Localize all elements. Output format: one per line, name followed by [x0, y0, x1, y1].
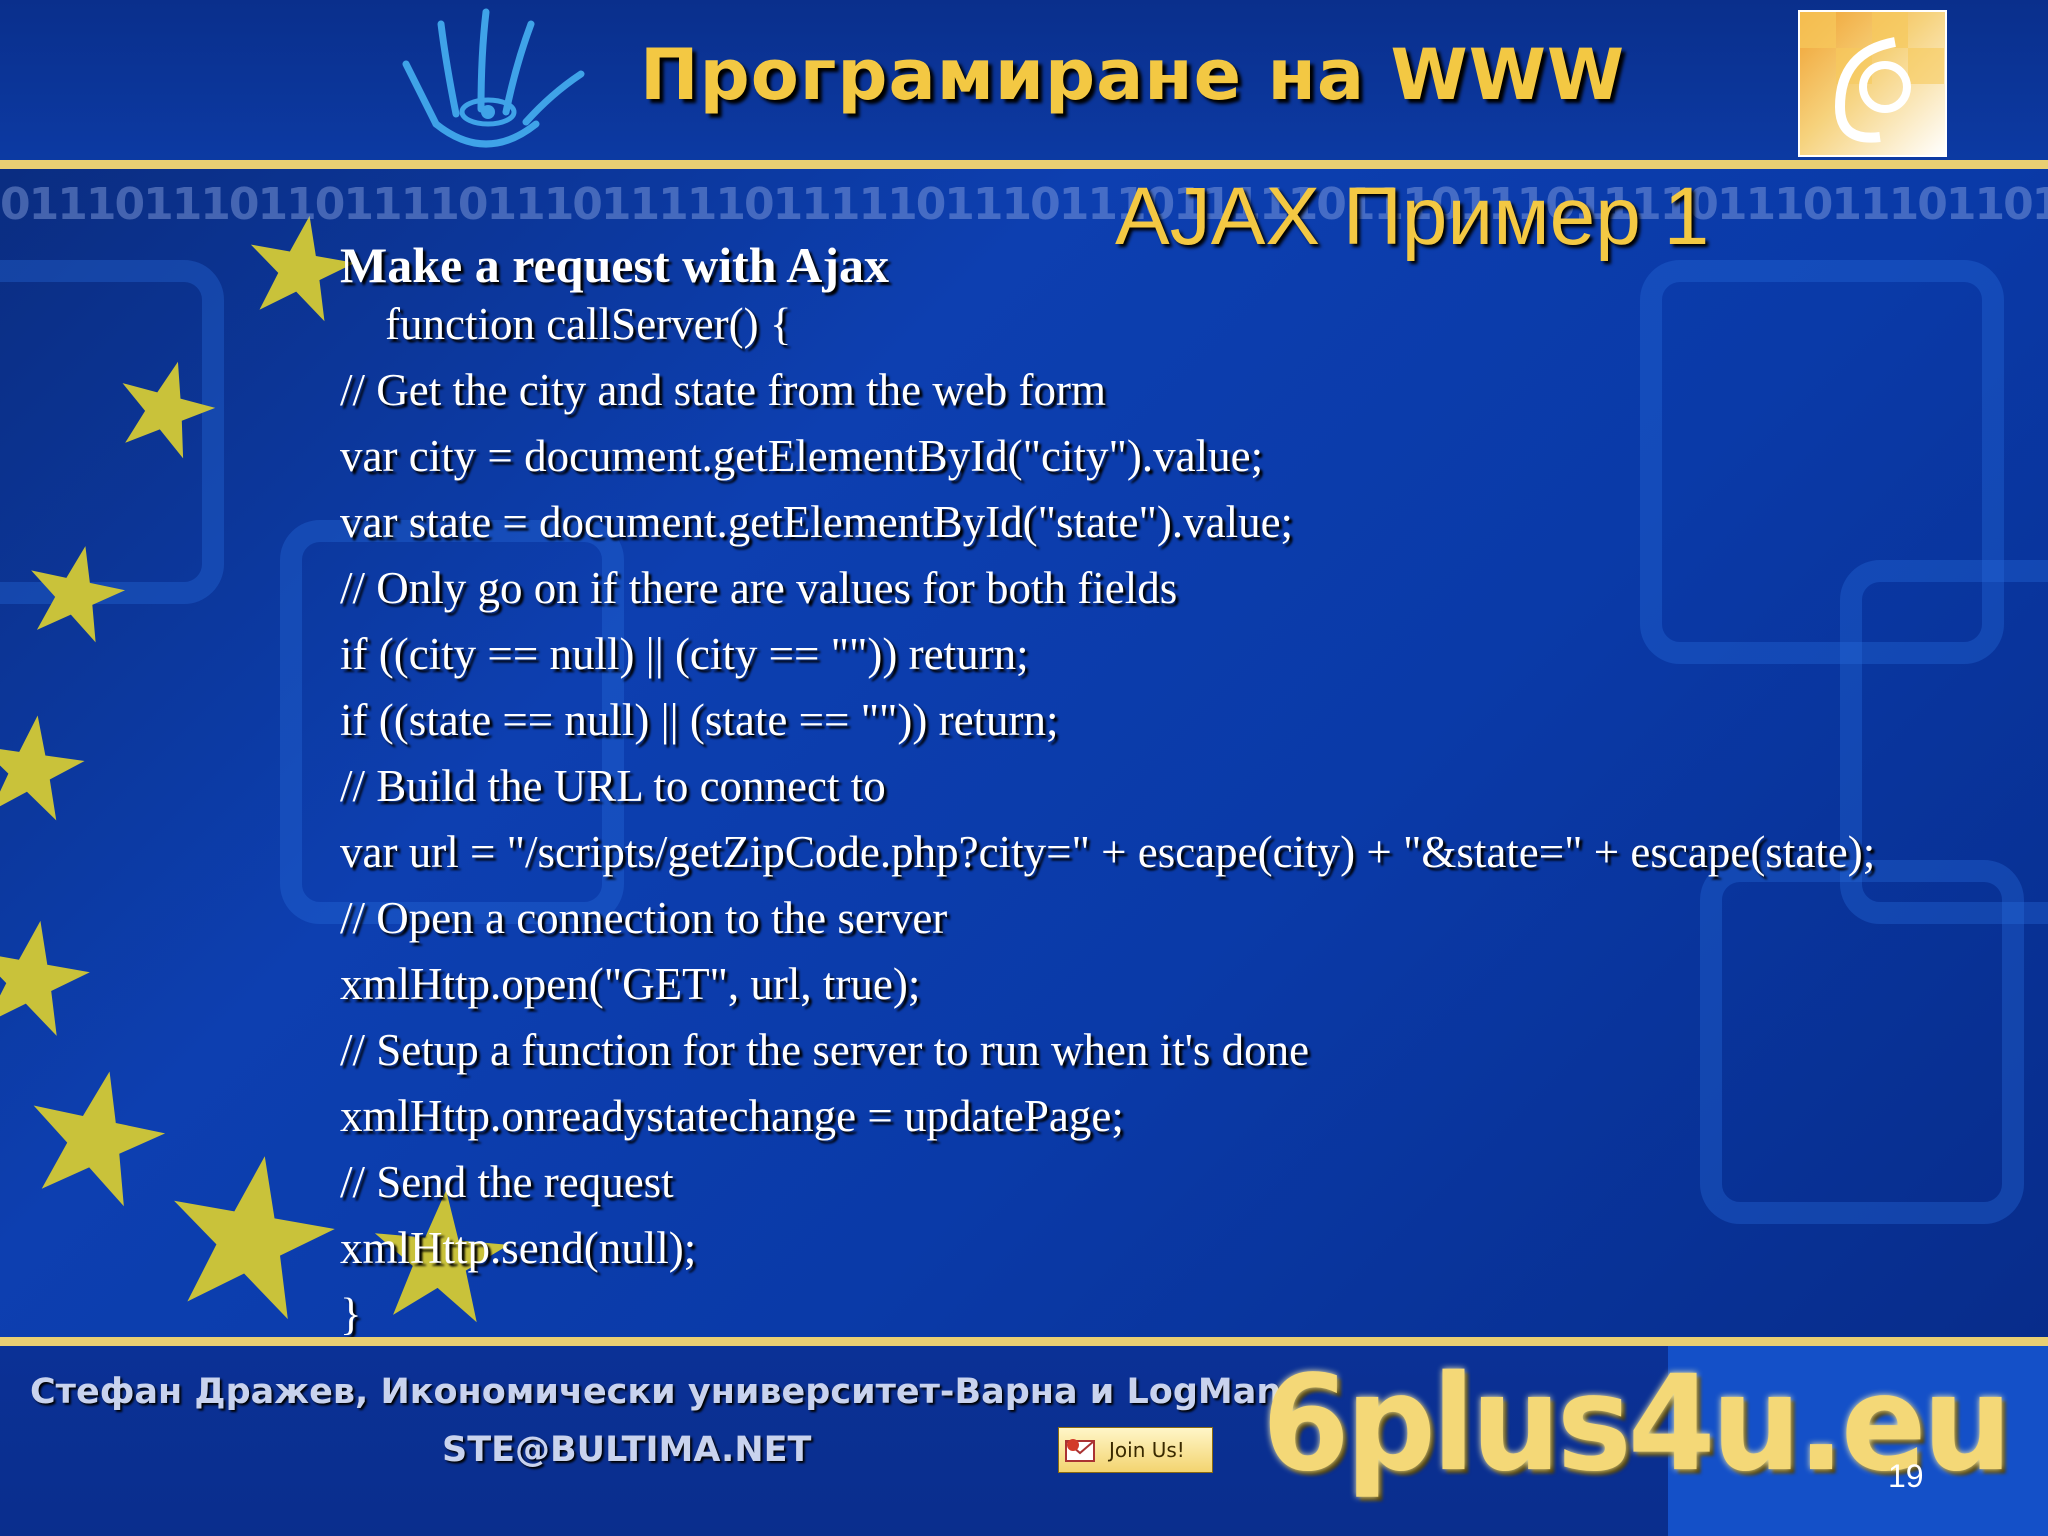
- code-line: xmlHttp.open("GET", url, true);: [340, 959, 921, 1009]
- join-us-button[interactable]: Join Us!: [1058, 1427, 1213, 1473]
- sigas-logo-mark: [1800, 12, 1944, 143]
- code-line: if ((state == null) || (state == "")) re…: [340, 695, 1059, 745]
- star-icon: [107, 349, 225, 463]
- star-icon: [0, 708, 90, 824]
- code-line: function callServer() {: [340, 299, 792, 349]
- author-email[interactable]: STE@BULTIMA.NET: [442, 1430, 811, 1470]
- code-line: // Setup a function for the server to ru…: [340, 1025, 1310, 1075]
- code-line: xmlHttp.send(null);: [340, 1223, 697, 1273]
- slide: Програмиране на WWW 01110111011011110111…: [0, 0, 2048, 1536]
- code-line: var state = document.getElementById("sta…: [340, 497, 1294, 547]
- code-line: // Build the URL to connect to: [340, 761, 886, 811]
- star-icon: [157, 1142, 346, 1325]
- author-line: Стефан Дражев, Икономически университет-…: [30, 1372, 1282, 1412]
- join-us-label: Join Us!: [1109, 1438, 1185, 1462]
- slide-subtitle: AJAX Пример 1: [1115, 171, 1710, 262]
- content-heading: Make a request with Ajax: [340, 237, 890, 293]
- hand-eye-icon: [402, 8, 585, 148]
- join-envelope-icon: [1065, 1439, 1095, 1462]
- code-line: if ((city == null) || (city == "")) retu…: [340, 629, 1029, 679]
- footer-rule: [0, 1337, 2048, 1346]
- code-line: var city = document.getElementById("city…: [340, 431, 1264, 481]
- code-line: xmlHttp.onreadystatechange = updatePage;: [340, 1091, 1124, 1141]
- code-line: var url = "/scripts/getZipCode.php?city=…: [340, 827, 1876, 877]
- code-line: }: [340, 1289, 362, 1339]
- code-line: // Get the city and state from the web f…: [340, 365, 1107, 415]
- header-title: Програмиране на WWW: [640, 34, 1626, 116]
- binary-strip: 0111011101101111011101111101111101110111…: [0, 180, 2048, 230]
- star-icon: [0, 910, 98, 1040]
- page-number: 19: [1888, 1458, 1924, 1494]
- header-rule: [0, 160, 2048, 169]
- code-line: // Send the request: [340, 1157, 674, 1207]
- code-line: // Open a connection to the server: [340, 893, 948, 943]
- sigas-logo: [1798, 10, 1947, 157]
- star-icon: [17, 1057, 176, 1212]
- background-tile: [1700, 860, 2024, 1224]
- code-line: // Only go on if there are values for bo…: [340, 563, 1178, 613]
- star-icon: [19, 536, 133, 647]
